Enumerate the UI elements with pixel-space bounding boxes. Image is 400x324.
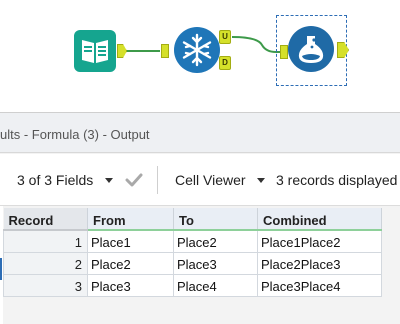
results-table[interactable]: Record From To Combined 1 Place1 Place2 … bbox=[3, 208, 382, 297]
from-cell[interactable]: Place3 bbox=[87, 273, 174, 297]
record-cell[interactable]: 2 bbox=[3, 251, 88, 275]
table-row[interactable]: 1 Place1 Place2 Place1Place2 bbox=[3, 229, 382, 253]
cell-viewer-dropdown[interactable]: Cell Viewer bbox=[175, 172, 246, 188]
results-title: ults - Formula (3) - Output bbox=[0, 113, 400, 153]
results-window: ults - Formula (3) - Output 3 of 3 Field… bbox=[0, 112, 400, 324]
fields-dropdown-caret-icon[interactable] bbox=[105, 178, 113, 183]
flask-icon bbox=[298, 36, 324, 63]
formula-input-anchor[interactable] bbox=[280, 45, 288, 59]
table-row[interactable]: 2 Place2 Place3 Place2Place3 bbox=[3, 251, 382, 275]
column-header-to[interactable]: To bbox=[173, 208, 258, 231]
from-cell[interactable]: Place2 bbox=[87, 251, 174, 275]
to-cell[interactable]: Place4 bbox=[173, 273, 258, 297]
input-data-tool[interactable] bbox=[74, 30, 116, 72]
combined-cell[interactable]: Place3Place4 bbox=[257, 273, 382, 297]
column-header-from[interactable]: From bbox=[87, 208, 174, 231]
records-count: 3 records displayed bbox=[276, 172, 398, 188]
to-cell[interactable]: Place2 bbox=[173, 229, 258, 253]
join-input-anchor[interactable] bbox=[161, 44, 169, 58]
formula-tool[interactable] bbox=[288, 26, 334, 72]
join-tool[interactable] bbox=[174, 27, 220, 73]
table-row[interactable]: 3 Place3 Place4 Place3Place4 bbox=[3, 273, 382, 297]
results-title-text: ults - Formula (3) - Output bbox=[0, 127, 150, 142]
combined-cell[interactable]: Place1Place2 bbox=[257, 229, 382, 253]
from-cell[interactable]: Place1 bbox=[87, 229, 174, 253]
to-cell[interactable]: Place3 bbox=[173, 251, 258, 275]
results-toolbar: 3 of 3 Fields Cell Viewer 3 records disp… bbox=[0, 154, 400, 206]
workflow-canvas[interactable]: U D bbox=[0, 0, 400, 110]
join-u-anchor[interactable]: U bbox=[219, 30, 231, 44]
record-cell[interactable]: 3 bbox=[3, 273, 88, 297]
book-icon bbox=[82, 40, 108, 63]
cell-viewer-caret-icon[interactable] bbox=[257, 178, 265, 183]
join-d-anchor[interactable]: D bbox=[219, 56, 231, 70]
column-header-combined[interactable]: Combined bbox=[257, 208, 382, 231]
toolbar-divider bbox=[157, 166, 158, 194]
fields-dropdown[interactable]: 3 of 3 Fields bbox=[17, 172, 93, 188]
record-cell[interactable]: 1 bbox=[3, 229, 88, 253]
row-indicator bbox=[0, 258, 2, 280]
table-header-row: Record From To Combined bbox=[3, 208, 382, 231]
column-header-record[interactable]: Record bbox=[3, 208, 88, 231]
combined-cell[interactable]: Place2Place3 bbox=[257, 251, 382, 275]
apply-check-icon[interactable] bbox=[124, 170, 144, 190]
snowflake-icon bbox=[182, 33, 212, 67]
